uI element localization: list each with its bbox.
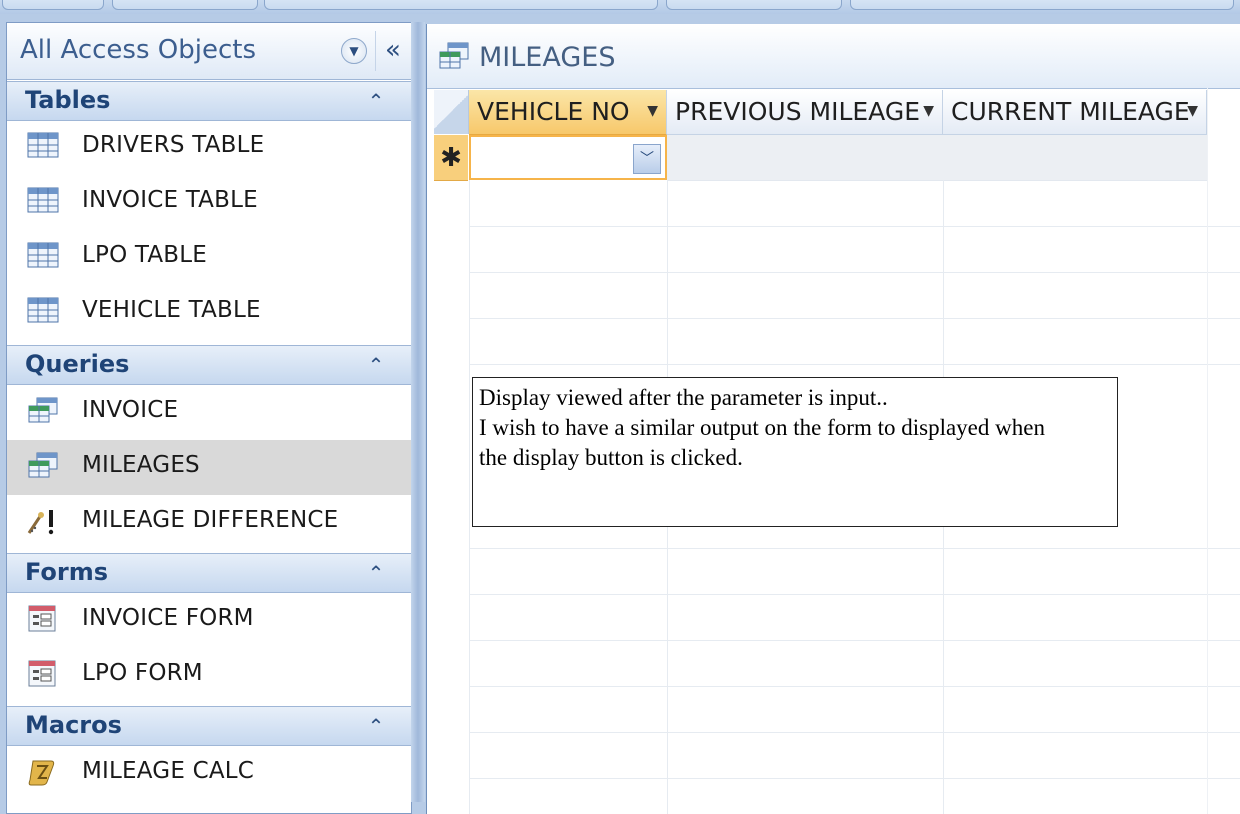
- query-icon: [28, 397, 58, 423]
- group-header-queries[interactable]: Queries ⌃: [7, 345, 411, 385]
- nav-item-mileage-difference-query[interactable]: MILEAGE DIFFERENCE: [7, 495, 411, 550]
- collapse-icon[interactable]: ⌃: [363, 713, 389, 739]
- query-icon: [439, 42, 469, 69]
- grid-line: [469, 732, 1240, 733]
- table-icon: [27, 132, 59, 158]
- group-header-tables[interactable]: Tables ⌃: [7, 81, 411, 121]
- update-query-icon: [27, 510, 54, 535]
- ribbon-group[interactable]: [850, 0, 1234, 10]
- grid-line: [469, 318, 1240, 319]
- nav-item-label: MILEAGE DIFFERENCE: [82, 507, 339, 533]
- nav-item-label: INVOICE FORM: [82, 605, 254, 631]
- column-header-current-mileage[interactable]: CURRENT MILEAGE ▼: [943, 90, 1207, 135]
- select-all-button[interactable]: [434, 90, 469, 134]
- ribbon-group[interactable]: [112, 0, 258, 10]
- column-header-label: CURRENT MILEAGE: [951, 97, 1190, 126]
- new-record-selector[interactable]: ✱: [434, 135, 468, 181]
- nav-item-label: INVOICE TABLE: [82, 187, 258, 213]
- collapse-icon[interactable]: ⌃: [363, 560, 389, 586]
- nav-item-label: LPO TABLE: [82, 242, 208, 268]
- nav-item-drivers-table[interactable]: DRIVERS TABLE: [7, 120, 411, 175]
- grid-line: [469, 778, 1240, 779]
- chevron-down-icon[interactable]: ﹀: [633, 144, 661, 174]
- chevron-down-icon[interactable]: ▼: [647, 103, 658, 119]
- ribbon-group[interactable]: [264, 0, 658, 10]
- vehicle-no-combo-cell[interactable]: ﹀: [469, 135, 667, 180]
- chevron-down-icon[interactable]: ▼: [923, 103, 934, 119]
- grid-line: [1207, 88, 1208, 814]
- group-label: Queries: [25, 350, 130, 378]
- form-icon: [28, 660, 56, 687]
- navigation-pane: All Access Objects ▼ « Tables ⌃ DRIVERS …: [6, 22, 412, 814]
- chevron-down-icon[interactable]: ▼: [341, 38, 367, 64]
- nav-item-label: VEHICLE TABLE: [82, 297, 261, 323]
- form-icon: [28, 605, 56, 632]
- query-icon: [28, 452, 58, 478]
- nav-item-label: DRIVERS TABLE: [82, 132, 265, 158]
- collapse-icon[interactable]: ⌃: [363, 88, 389, 114]
- nav-item-lpo-table[interactable]: LPO TABLE: [7, 230, 411, 285]
- nav-item-invoice-query[interactable]: INVOICE: [7, 385, 411, 440]
- column-header-previous-mileage[interactable]: PREVIOUS MILEAGE ▼: [667, 90, 943, 135]
- pane-splitter[interactable]: [411, 22, 425, 802]
- grid-line: [469, 226, 1240, 227]
- grid-line: [469, 548, 1240, 549]
- table-icon: [27, 187, 59, 213]
- shutter-bar-close-icon[interactable]: «: [375, 31, 410, 71]
- nav-item-label: MILEAGE CALC: [82, 758, 255, 784]
- nav-item-mileages-query[interactable]: MILEAGES: [7, 440, 411, 495]
- annotation-line: the display button is clicked.: [479, 445, 743, 470]
- nav-title[interactable]: All Access Objects: [20, 35, 256, 65]
- group-header-macros[interactable]: Macros ⌃: [7, 706, 411, 746]
- nav-item-invoice-form[interactable]: INVOICE FORM: [7, 593, 411, 648]
- ribbon-strip: [0, 0, 1240, 14]
- document-tab[interactable]: MILEAGES: [427, 24, 1240, 89]
- grid-line: [469, 180, 470, 814]
- grid-line: [469, 640, 1240, 641]
- previous-mileage-cell[interactable]: [667, 135, 944, 181]
- document-title: MILEAGES: [479, 42, 616, 73]
- group-label: Tables: [25, 86, 111, 114]
- ribbon-group[interactable]: [666, 0, 842, 10]
- group-label: Forms: [25, 558, 109, 586]
- table-icon: [27, 242, 59, 268]
- column-header-label: VEHICLE NO: [477, 97, 630, 126]
- new-record-icon: ✱: [440, 143, 462, 173]
- column-header-label: PREVIOUS MILEAGE: [675, 97, 921, 126]
- grid-line: [469, 272, 1240, 273]
- nav-item-mileage-calc-macro[interactable]: MILEAGE CALC: [7, 746, 411, 801]
- grid-line: [469, 594, 1240, 595]
- nav-header[interactable]: All Access Objects ▼ «: [7, 23, 411, 80]
- nav-item-vehicle-table[interactable]: VEHICLE TABLE: [7, 285, 411, 340]
- grid-line: [469, 364, 1240, 365]
- chevron-down-icon[interactable]: ▼: [1187, 103, 1198, 119]
- annotation-line: I wish to have a similar output on the f…: [479, 415, 1045, 440]
- annotation-textbox: Display viewed after the parameter is in…: [472, 377, 1118, 527]
- nav-item-label: INVOICE: [82, 397, 179, 423]
- ribbon-group[interactable]: [2, 0, 104, 10]
- nav-item-label: LPO FORM: [82, 660, 203, 686]
- nav-item-invoice-table[interactable]: INVOICE TABLE: [7, 175, 411, 230]
- nav-item-lpo-form[interactable]: LPO FORM: [7, 648, 411, 703]
- annotation-line: Display viewed after the parameter is in…: [479, 385, 888, 410]
- macro-icon: [28, 760, 55, 786]
- group-label: Macros: [25, 711, 122, 739]
- nav-item-label: MILEAGES: [82, 452, 200, 478]
- group-header-forms[interactable]: Forms ⌃: [7, 553, 411, 593]
- current-mileage-cell[interactable]: [943, 135, 1208, 181]
- column-header-vehicle-no[interactable]: VEHICLE NO ▼: [469, 90, 667, 135]
- grid-line: [469, 686, 1240, 687]
- table-icon: [27, 297, 59, 323]
- collapse-icon[interactable]: ⌃: [363, 352, 389, 378]
